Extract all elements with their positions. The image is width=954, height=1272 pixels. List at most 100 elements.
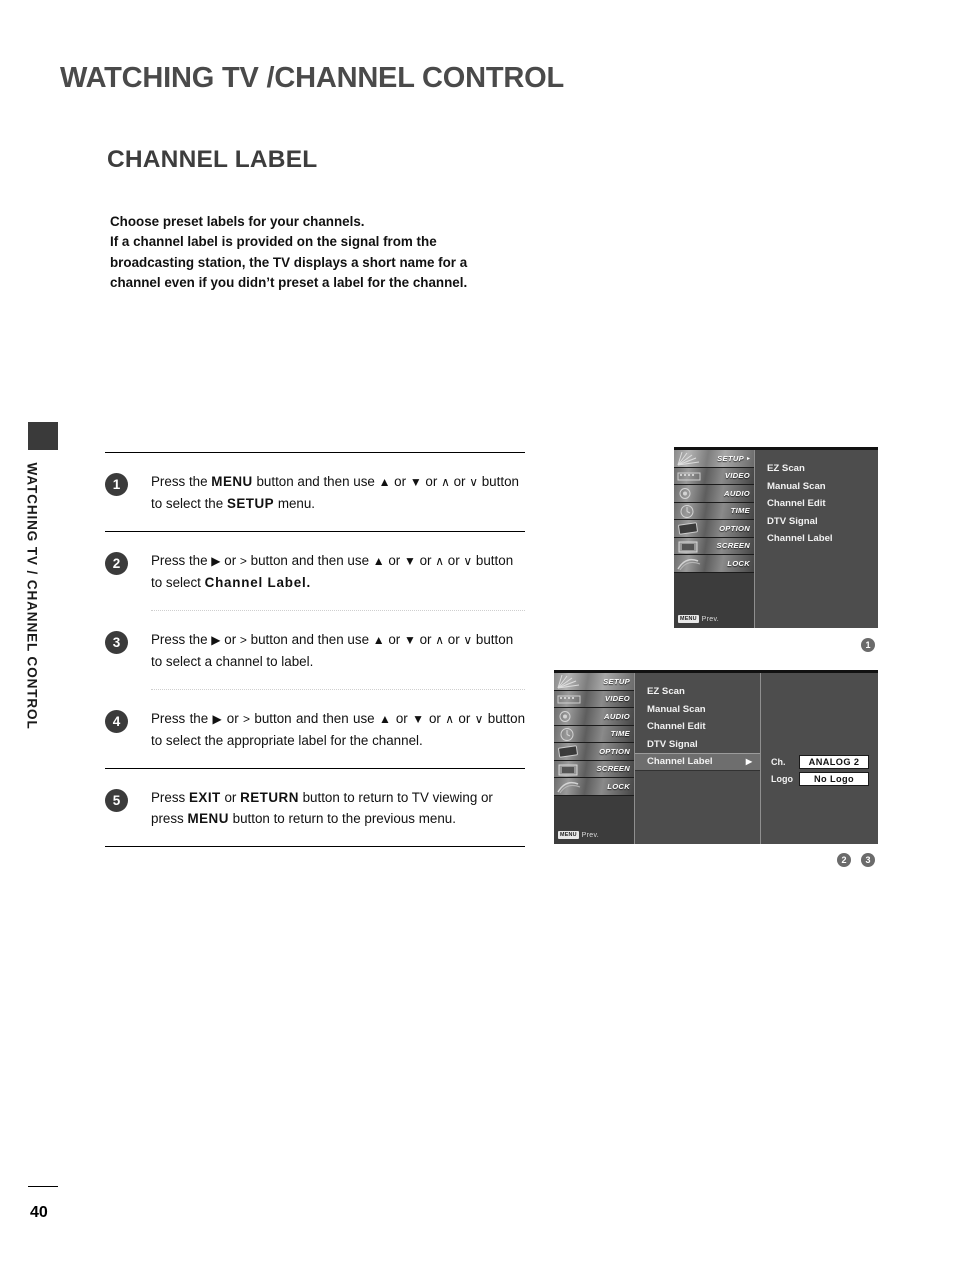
osd-2-sidebar-item-setup[interactable]: SETUP	[554, 673, 634, 691]
osd-2-menu-list: EZ Scan Manual Scan Channel Edit DTV Sig…	[635, 673, 761, 844]
step-1-p1: Press the	[151, 474, 212, 489]
down-triangle-icon: ▼	[409, 475, 422, 489]
osd-1-sidebar-item-time[interactable]: TIME	[674, 502, 754, 520]
lock-icon	[676, 556, 708, 571]
osd-2-sidebar-label-time: TIME	[610, 729, 630, 739]
osd-2-prev-key: MENU	[558, 831, 579, 839]
osd-1-menu-item-dtv-signal[interactable]: DTV Signal	[767, 513, 891, 531]
step-1-text: Press the MENU button and then use ▲ or …	[151, 471, 525, 514]
step-2-p3: button and then use	[246, 553, 373, 568]
step-1: 1 Press the MENU button and then use ▲ o…	[105, 453, 525, 531]
osd-1-sidebar-item-video[interactable]: VIDEO	[674, 467, 754, 485]
osd-1-sidebar-label-lock: LOCK	[727, 558, 750, 568]
osd-1-sidebar-item-lock[interactable]: LOCK	[674, 555, 754, 573]
figure-badge-1: 1	[861, 638, 875, 652]
intro-line-2: If a channel label is provided on the si…	[110, 234, 437, 250]
osd-2-sidebar-label-screen: SCREEN	[596, 764, 630, 774]
osd-1-sidebar-item-setup[interactable]: SETUP ▸	[674, 450, 754, 468]
osd-1-sidebar-label-video: VIDEO	[724, 471, 750, 481]
step-5-key-exit: EXIT	[188, 790, 221, 805]
osd-2-menu-item-ez-scan[interactable]: EZ Scan	[635, 683, 760, 701]
setup-fan-icon	[676, 451, 708, 466]
osd-2-sidebar-label-option: OPTION	[599, 746, 630, 756]
osd-1-sidebar-label-option: OPTION	[719, 523, 750, 533]
divider-bottom	[105, 846, 525, 847]
osd-1-sidebar-label-screen: SCREEN	[716, 541, 750, 551]
screen-monitor-icon	[556, 762, 588, 777]
step-2-p2: or	[220, 553, 240, 568]
step-5-p2: or	[220, 790, 241, 805]
step-5-key-return: RETURN	[240, 790, 299, 805]
osd-2-field-channel-value[interactable]: ANALOG 2	[799, 754, 869, 769]
osd-2-sidebar-item-option[interactable]: OPTION	[554, 743, 634, 761]
osd-2-menu-item-manual-scan[interactable]: Manual Scan	[635, 701, 760, 719]
chevron-right-icon: >	[243, 712, 251, 726]
step-5-key-menu: MENU	[187, 811, 229, 826]
osd-2-sidebar-label-video: VIDEO	[604, 694, 630, 704]
chevron-down-icon: ∨	[469, 475, 479, 489]
osd-1-menu-item-manual-scan[interactable]: Manual Scan	[767, 478, 891, 496]
step-3-p5: or	[415, 632, 436, 647]
clock-icon	[556, 727, 588, 742]
osd-2-menu-item-channel-edit[interactable]: Channel Edit	[635, 718, 760, 736]
intro-line-4: channel even if you didn’t preset a labe…	[110, 274, 468, 290]
osd-1-prev-label: Prev.	[701, 615, 719, 623]
osd-1-menu-item-channel-edit[interactable]: Channel Edit	[767, 495, 891, 513]
section-title: CHANNEL LABEL	[107, 146, 318, 173]
osd-1-sidebar-label-time: TIME	[730, 506, 750, 516]
osd-1-menu-item-ez-scan[interactable]: EZ Scan	[767, 460, 891, 478]
step-2-p4: or	[384, 553, 404, 568]
step-3-p3: button and then use	[246, 632, 373, 647]
right-triangle-icon: ▶	[211, 633, 221, 647]
step-2-target-channel-label: Channel Label.	[204, 575, 312, 590]
step-5-p1: Press	[151, 790, 189, 805]
osd-2-field-logo-value[interactable]: No Logo	[799, 772, 869, 787]
osd-2-sidebar-label-setup: SETUP	[603, 676, 630, 686]
osd-2-sidebar-item-lock[interactable]: LOCK	[554, 778, 634, 796]
osd-2-menu-item-dtv-signal[interactable]: DTV Signal	[635, 736, 760, 754]
step-2: 2 Press the ▶ or > button and then use ▲…	[105, 532, 525, 610]
down-triangle-icon: ▼	[403, 633, 416, 647]
step-3-p1: Press the	[151, 632, 212, 647]
page-number: 40	[30, 1204, 48, 1221]
osd-2-menu-item-channel-label[interactable]: Channel Label ▶	[635, 753, 760, 771]
osd-2-sidebar-item-screen[interactable]: SCREEN	[554, 760, 634, 778]
step-3-p4: or	[384, 632, 404, 647]
up-triangle-icon: ▲	[378, 712, 392, 726]
footer-divider	[28, 1186, 58, 1187]
osd-1-sidebar: SETUP ▸ VIDEO AUDIO TIME OPTION SCREEN L…	[674, 450, 755, 628]
steps-list: 1 Press the MENU button and then use ▲ o…	[105, 452, 525, 847]
osd-2-field-channel-label: Ch.	[771, 756, 786, 767]
chevron-down-icon: ∨	[463, 554, 473, 568]
down-triangle-icon: ▼	[412, 712, 425, 726]
osd-2-field-logo: Logo No Logo	[771, 771, 878, 789]
side-tab-label: WATCHING TV / CHANNEL CONTROL	[24, 462, 40, 730]
figure-badge-2: 2	[837, 853, 851, 867]
side-tab-block	[28, 422, 58, 450]
step-4: 4 Press the ▶ or > button and then use ▲…	[105, 690, 525, 768]
up-triangle-icon: ▲	[378, 475, 391, 489]
audio-speaker-icon	[556, 709, 588, 724]
step-1-key-menu: MENU	[211, 474, 253, 489]
intro-paragraph: Choose preset labels for your channels. …	[110, 212, 540, 293]
step-5-p4: button to return to the previous menu.	[228, 811, 456, 826]
up-triangle-icon: ▲	[372, 633, 385, 647]
osd-1-sidebar-item-option[interactable]: OPTION	[674, 520, 754, 538]
step-2-p1: Press the	[151, 553, 212, 568]
step-2-text: Press the ▶ or > button and then use ▲ o…	[151, 550, 525, 593]
step-1-p7: menu.	[274, 496, 316, 511]
osd-2-sidebar-item-audio[interactable]: AUDIO	[554, 708, 634, 726]
chevron-up-icon: ∧	[441, 475, 450, 489]
page-title: WATCHING TV /CHANNEL CONTROL	[60, 62, 565, 94]
chevron-right-icon: >	[239, 554, 247, 568]
osd-2-sidebar-item-time[interactable]: TIME	[554, 725, 634, 743]
osd-1-menu-item-channel-label[interactable]: Channel Label	[767, 530, 891, 548]
screen-monitor-icon	[676, 539, 708, 554]
step-2-p5: or	[415, 553, 436, 568]
step-1-p4: or	[421, 474, 442, 489]
osd-2-sidebar-item-video[interactable]: VIDEO	[554, 690, 634, 708]
osd-1-sidebar-item-screen[interactable]: SCREEN	[674, 537, 754, 555]
osd-2-detail-panel: Ch. ANALOG 2 Logo No Logo	[761, 673, 878, 844]
osd-1-sidebar-item-audio[interactable]: AUDIO	[674, 485, 754, 503]
step-1-p5: or	[449, 474, 470, 489]
